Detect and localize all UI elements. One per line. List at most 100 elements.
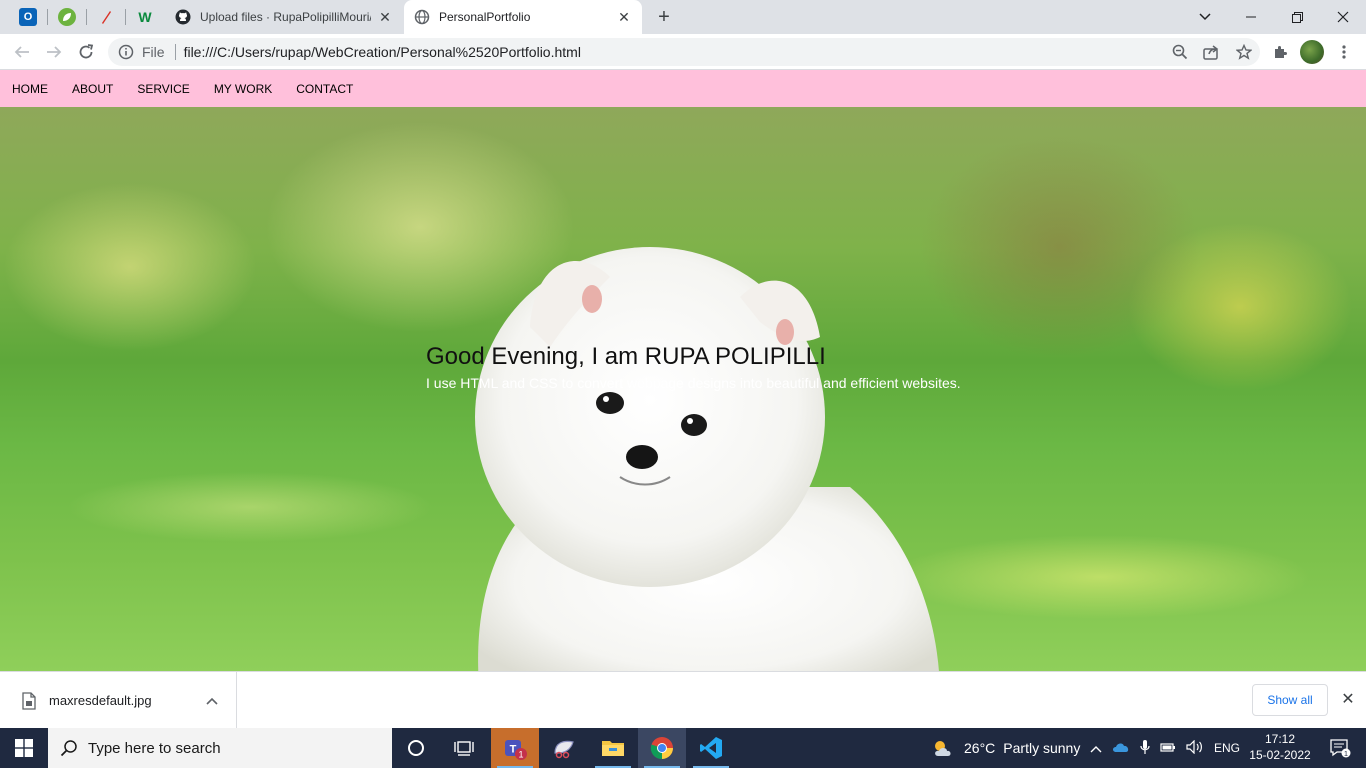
red-pen-icon: [102, 11, 111, 24]
search-icon: [60, 740, 77, 757]
spring-leaf-icon: [58, 8, 76, 26]
cortana-button[interactable]: [392, 728, 440, 768]
file-icon: [22, 691, 36, 710]
volume-icon[interactable]: [1186, 739, 1204, 757]
puzzle-icon: [1275, 46, 1287, 58]
github-icon: [175, 9, 191, 25]
cortana-circle-icon: [408, 740, 424, 756]
hero-section: Good Evening, I am RUPA POLIPILLI I use …: [0, 107, 1366, 671]
extensions-button[interactable]: [1266, 38, 1294, 66]
weather-temp: 26°C: [964, 740, 996, 756]
tab-title: Upload files · RupaPolipilliMouri/: [200, 10, 371, 24]
action-center-button[interactable]: 1: [1320, 728, 1360, 768]
browser-tab-strip: O W Upload files · RupaPolipilliMouri/ ✕…: [0, 0, 1366, 34]
notification-icon: 1: [1330, 739, 1351, 758]
globe-icon: [414, 9, 430, 25]
teams-icon: T 1: [505, 740, 527, 760]
hero-subtitle: I use HTML and CSS to convert webpage de…: [426, 375, 961, 391]
pinned-tab-spring[interactable]: [49, 4, 85, 30]
system-tray-icons: ENG: [1090, 728, 1240, 768]
notification-count: 1: [1344, 749, 1348, 758]
scheme-label: File: [142, 44, 165, 60]
vscode-icon: [700, 737, 722, 759]
search-placeholder: Type here to search: [88, 739, 221, 757]
tab-personal-portfolio[interactable]: PersonalPortfolio ✕: [404, 0, 642, 34]
close-tab-icon[interactable]: ✕: [377, 9, 393, 25]
hero-text-block: Good Evening, I am RUPA POLIPILLI I use …: [426, 343, 961, 391]
partly-sunny-icon: [935, 741, 951, 756]
tab-separator: [47, 9, 48, 25]
omnibox-divider: [174, 44, 176, 60]
taskbar-app-chrome[interactable]: [638, 728, 686, 768]
back-button[interactable]: [8, 38, 36, 66]
forward-arrow-icon: [47, 46, 62, 58]
teams-badge: 1: [518, 750, 523, 760]
chevron-up-icon[interactable]: [204, 694, 220, 708]
chevron-up-icon[interactable]: [1090, 740, 1102, 756]
minimize-button[interactable]: [1228, 0, 1274, 34]
new-tab-button[interactable]: +: [653, 6, 675, 28]
folder-icon: [602, 741, 624, 756]
download-item[interactable]: maxresdefault.jpg: [0, 672, 237, 729]
clock-date: 15-02-2022: [1249, 748, 1311, 762]
nav-link-service[interactable]: SERVICE: [137, 82, 189, 96]
taskbar-app-teams[interactable]: T 1: [491, 728, 539, 768]
download-bar: maxresdefault.jpg Show all ✕: [0, 671, 1366, 729]
nav-link-my-work[interactable]: MY WORK: [214, 82, 272, 96]
nav-link-about[interactable]: ABOUT: [72, 82, 113, 96]
profile-avatar[interactable]: [1300, 40, 1324, 64]
close-window-button[interactable]: [1320, 0, 1366, 34]
battery-icon[interactable]: [1160, 740, 1176, 756]
onedrive-cloud-icon[interactable]: [1112, 740, 1130, 756]
microphone-icon[interactable]: [1140, 739, 1150, 758]
task-view-icon: [454, 741, 474, 756]
close-tab-icon[interactable]: ✕: [616, 9, 632, 25]
chrome-menu-button[interactable]: [1330, 38, 1358, 66]
taskbar-app-snipping[interactable]: [540, 728, 588, 768]
weather-condition: Partly sunny: [1003, 740, 1081, 756]
restore-button[interactable]: [1274, 0, 1320, 34]
nav-link-contact[interactable]: CONTACT: [296, 82, 353, 96]
task-view-button[interactable]: [440, 728, 488, 768]
download-file-name: maxresdefault.jpg: [49, 693, 152, 708]
reload-icon: [79, 44, 94, 59]
windows-taskbar: Type here to search T 1 26°C Partly sunn…: [0, 728, 1366, 768]
white-puppy-image: [475, 247, 939, 671]
tab-search-chevron-icon[interactable]: [1182, 0, 1228, 34]
kebab-menu-icon: [1342, 45, 1346, 59]
tab-separator: [86, 9, 87, 25]
omnibox-actions: [1170, 42, 1254, 62]
close-download-bar-icon[interactable]: ✕: [1338, 690, 1358, 710]
chrome-icon: [650, 737, 673, 760]
info-icon[interactable]: [118, 44, 134, 60]
weather-widget[interactable]: 26°C Partly sunny: [932, 728, 1080, 768]
browser-toolbar: File file:///C:/Users/rupap/WebCreation/…: [0, 34, 1366, 70]
zoom-icon[interactable]: [1170, 42, 1190, 62]
site-navbar: HOME ABOUT SERVICE MY WORK CONTACT: [0, 70, 1366, 107]
back-arrow-icon: [14, 46, 29, 58]
bookmark-star-icon[interactable]: [1234, 42, 1254, 62]
address-bar[interactable]: File file:///C:/Users/rupap/WebCreation/…: [108, 38, 1260, 66]
forward-button[interactable]: [40, 38, 68, 66]
taskbar-clock[interactable]: 17:12 15-02-2022: [1240, 731, 1320, 763]
snip-sketch-icon: [554, 740, 574, 759]
language-indicator[interactable]: ENG: [1214, 741, 1240, 755]
share-icon[interactable]: [1202, 42, 1222, 62]
outlook-icon: O: [19, 8, 37, 26]
taskbar-search-box[interactable]: Type here to search: [48, 728, 392, 768]
pinned-tab-pen[interactable]: [88, 4, 124, 30]
show-all-downloads-button[interactable]: Show all: [1252, 684, 1328, 716]
pinned-tab-w[interactable]: W: [127, 4, 163, 30]
taskbar-app-file-explorer[interactable]: [589, 728, 637, 768]
taskbar-app-vscode[interactable]: [687, 728, 735, 768]
tab-title: PersonalPortfolio: [439, 10, 531, 24]
reload-button[interactable]: [72, 38, 100, 66]
nav-link-home[interactable]: HOME: [12, 82, 48, 96]
url-text[interactable]: file:///C:/Users/rupap/WebCreation/Perso…: [184, 44, 581, 60]
w-logo-icon: W: [138, 9, 152, 25]
start-button[interactable]: [0, 728, 48, 768]
tab-upload-files[interactable]: Upload files · RupaPolipilliMouri/ ✕: [165, 0, 403, 34]
tab-separator: [125, 9, 126, 25]
pinned-tab-outlook[interactable]: O: [10, 4, 46, 30]
clock-time: 17:12: [1264, 732, 1296, 746]
